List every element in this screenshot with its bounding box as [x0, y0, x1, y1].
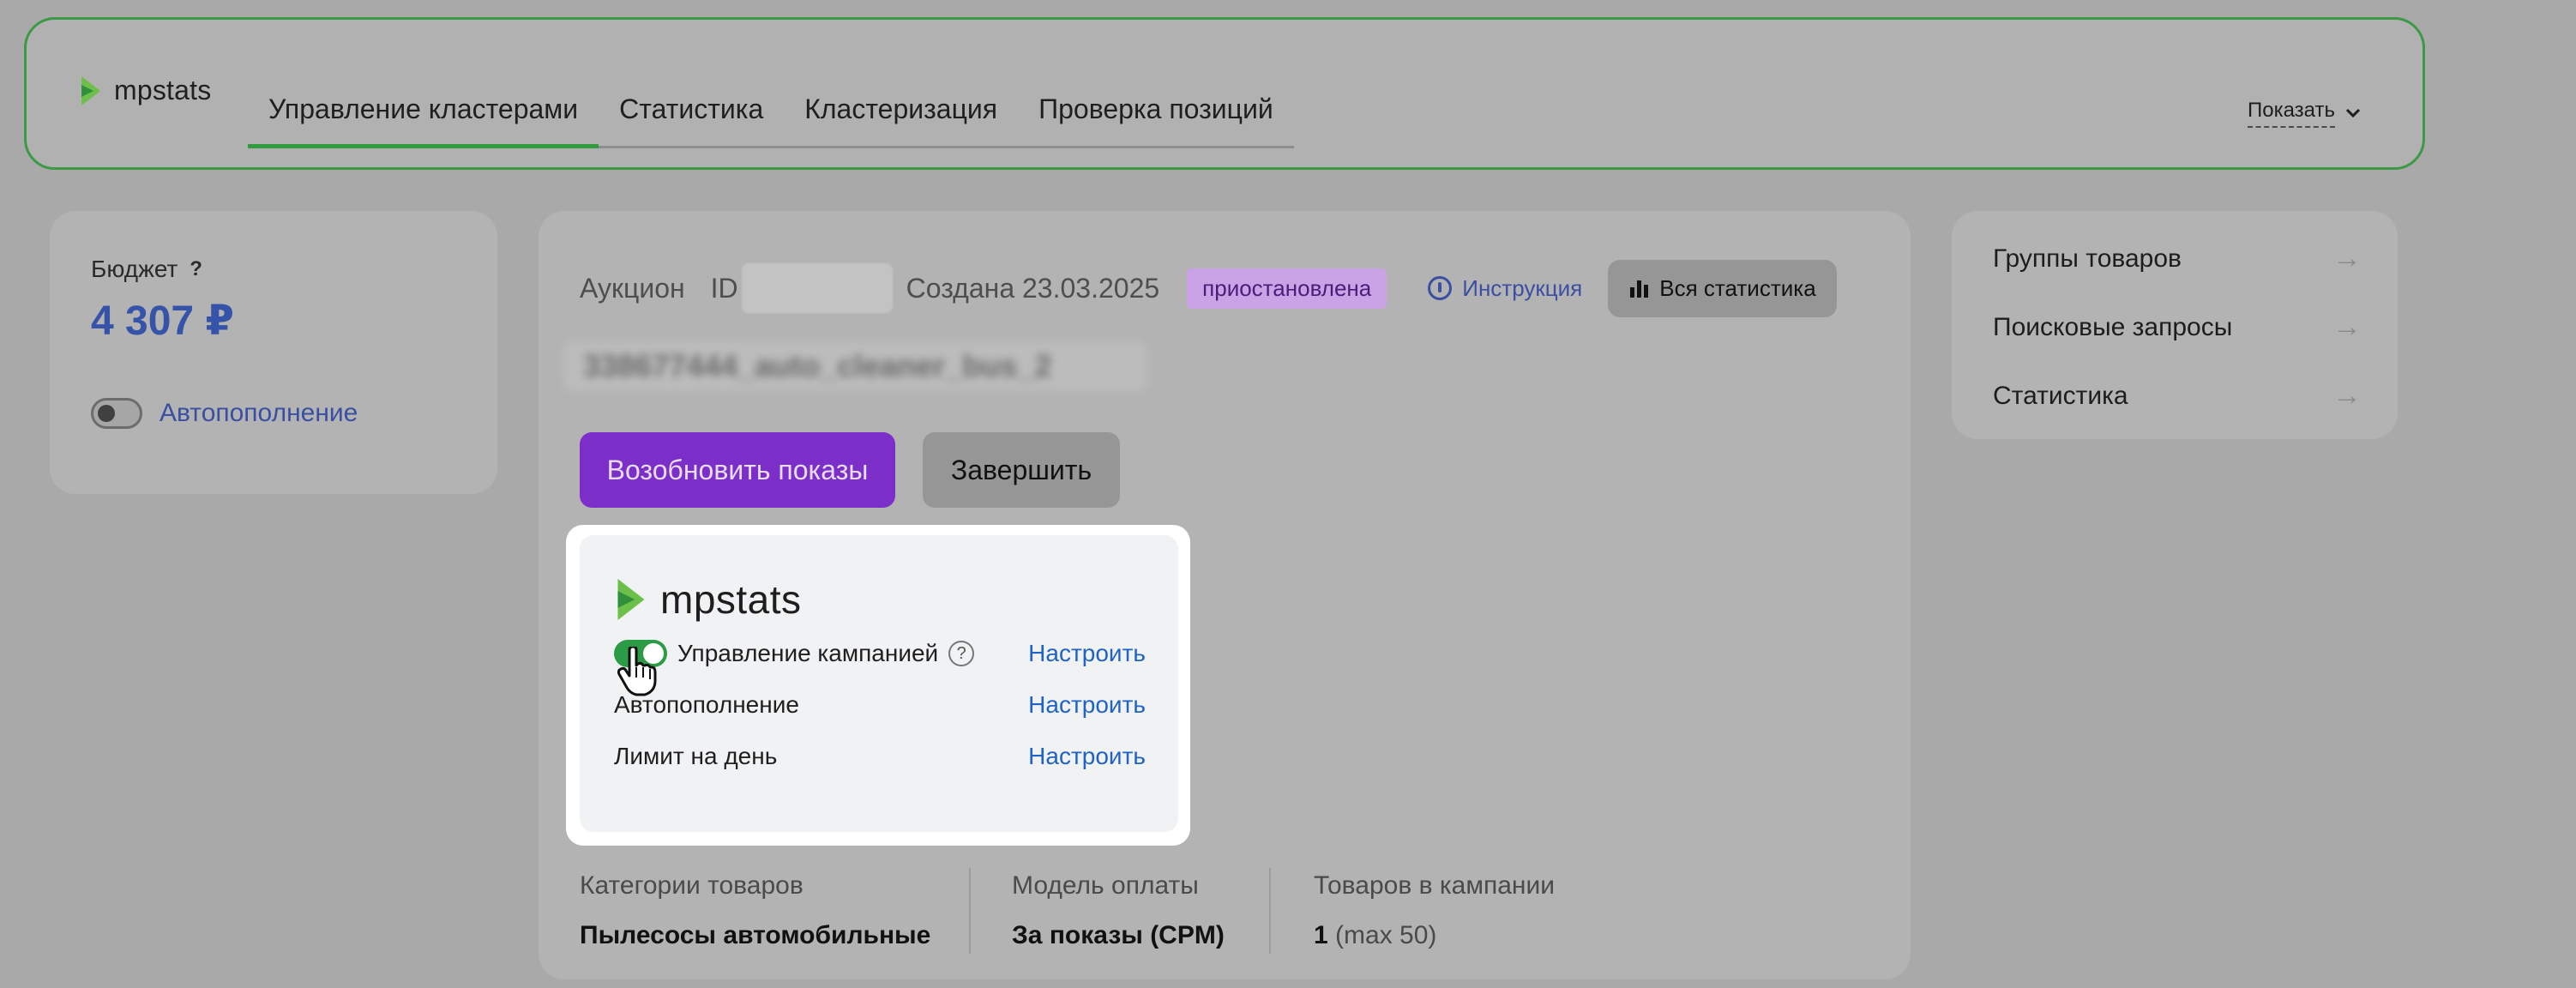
chevron-down-icon	[2345, 108, 2361, 118]
popup-row-label: Управление кампанией	[677, 640, 939, 666]
budget-autofill: Автопополнение	[91, 398, 358, 429]
nav-statistics[interactable]: Статистика →	[1993, 379, 2362, 413]
finish-button[interactable]: Завершить	[923, 432, 1120, 508]
main-tabs: Управление кластерами Статистика Кластер…	[248, 75, 1294, 148]
stat-label: Категории товаров	[580, 871, 803, 900]
budget-card: Бюджет ? 4 307 ₽ Автопополнение	[50, 211, 497, 494]
configure-link[interactable]: Настроить	[1028, 640, 1146, 667]
arrow-right-icon: →	[2332, 310, 2362, 343]
arrow-right-icon: →	[2332, 242, 2362, 274]
stat-value: За показы (CPM)	[1012, 921, 1225, 949]
bar-chart-icon	[1630, 280, 1649, 298]
status-badge: приостановлена	[1187, 268, 1387, 309]
configure-link[interactable]: Настроить	[1028, 691, 1146, 719]
stat-value: Пылесосы автомобильные	[580, 921, 931, 949]
mpstats-logo-icon	[617, 579, 645, 620]
tab-position-check[interactable]: Проверка позиций	[1018, 75, 1294, 146]
campaign-id-value	[741, 263, 893, 313]
campaign-name[interactable]: 338677444_auto_cleaner_bus_2	[564, 341, 1147, 391]
popup-row-daily-limit: Лимит на день Настроить	[614, 743, 1146, 770]
campaign-created-date: Создана 23.03.2025	[906, 272, 1160, 304]
logo-text: mpstats	[114, 75, 212, 105]
popup-logo: mpstats	[614, 576, 802, 623]
nav-item-label: Поисковые запросы	[1993, 312, 2233, 341]
popup-row-autofill: Автопополнение Настроить	[614, 691, 1146, 719]
nav-product-groups[interactable]: Группы товаров →	[1993, 242, 2362, 275]
budget-title-text: Бюджет	[91, 256, 178, 282]
tab-statistics[interactable]: Статистика	[599, 75, 784, 146]
popup-logo-text: mpstats	[660, 577, 802, 622]
stat-label: Товаров в кампании	[1314, 871, 1555, 900]
app-logo[interactable]: mpstats	[80, 75, 211, 106]
all-statistics-button[interactable]: Вся статистика	[1608, 259, 1837, 317]
all-statistics-label: Вся статистика	[1659, 274, 1816, 301]
stat-product-category: Категории товаров Пылесосы автомобильные	[580, 871, 930, 950]
stat-value: 1 (max 50)	[1314, 921, 1555, 950]
budget-value: 4 307 ₽	[91, 298, 234, 344]
products-count: 1	[1314, 921, 1328, 949]
resume-button[interactable]: Возобновить показы	[580, 432, 895, 508]
info-icon	[1428, 276, 1453, 300]
arrow-right-icon: →	[2332, 379, 2362, 412]
divider	[969, 868, 971, 954]
products-max: (max 50)	[1335, 921, 1437, 949]
budget-title: Бюджет ?	[91, 256, 202, 283]
configure-link[interactable]: Настроить	[1028, 743, 1146, 770]
autofill-toggle[interactable]	[91, 398, 142, 429]
hand-pointer-icon	[617, 647, 657, 696]
right-navigation-panel: Группы товаров → Поисковые запросы → Ста…	[1952, 211, 2398, 439]
mpstats-extension-inner: mpstats Управление кампанией ? Настроить…	[580, 535, 1178, 832]
campaign-type: Аукцион	[580, 272, 685, 304]
mpstats-logo-icon	[81, 75, 100, 105]
stat-products-in-campaign: Товаров в кампании 1 (max 50)	[1314, 871, 1555, 950]
nav-search-queries[interactable]: Поисковые запросы →	[1993, 310, 2362, 344]
top-navigation-bar: mpstats Управление кластерами Статистика…	[24, 17, 2425, 170]
show-dropdown[interactable]: Показать	[2247, 99, 2361, 128]
popup-row-campaign-management: Управление кампанией ? Настроить	[614, 640, 1146, 667]
nav-item-label: Статистика	[1993, 381, 2128, 410]
instruction-label: Инструкция	[1462, 274, 1583, 301]
instruction-link[interactable]: Инструкция	[1428, 275, 1582, 302]
campaign-header-row: Аукцион ID Создана 23.03.2025 приостанов…	[580, 259, 1837, 317]
tab-cluster-management[interactable]: Управление кластерами	[248, 75, 599, 148]
mpstats-extension-panel: mpstats Управление кампанией ? Настроить…	[566, 525, 1190, 846]
tab-clusterization[interactable]: Кластеризация	[784, 75, 1018, 146]
budget-help-icon[interactable]: ?	[190, 257, 202, 281]
popup-row-label: Лимит на день	[614, 743, 778, 769]
campaign-id-label: ID	[710, 272, 738, 304]
stat-payment-model: Модель оплаты За показы (CPM)	[1012, 871, 1225, 950]
help-icon[interactable]: ?	[948, 641, 975, 666]
autofill-label[interactable]: Автопополнение	[159, 399, 358, 428]
stat-label: Модель оплаты	[1012, 871, 1199, 900]
nav-item-label: Группы товаров	[1993, 244, 2182, 273]
divider	[1269, 868, 1271, 954]
show-dropdown-label: Показать	[2247, 99, 2335, 128]
